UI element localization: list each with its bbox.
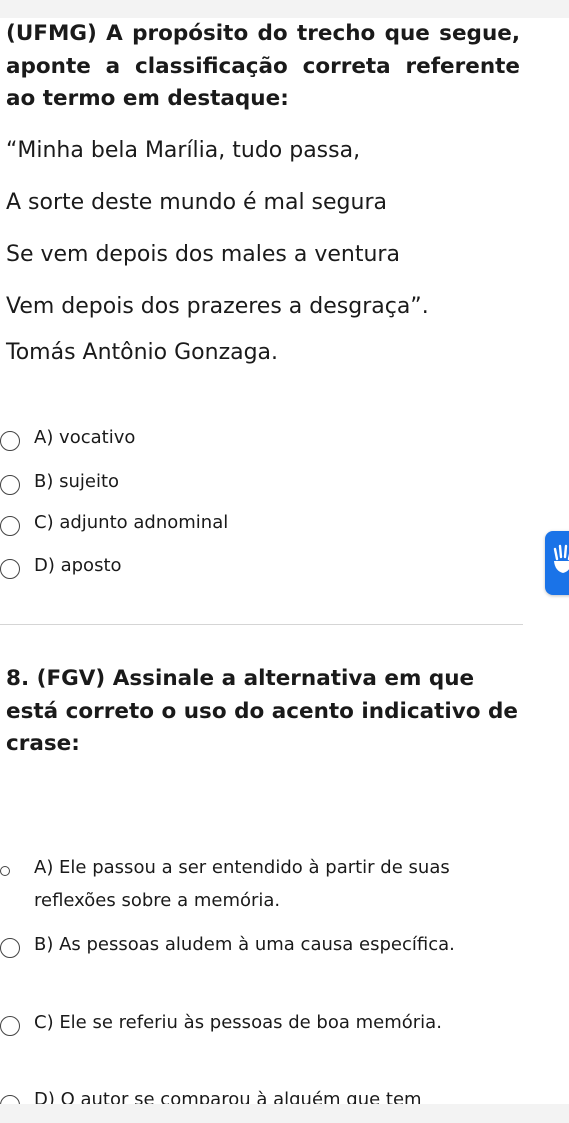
q2-option-c[interactable]: C) Ele se referiu às pessoas de boa memó… [0, 1006, 520, 1072]
radio-button[interactable] [0, 475, 20, 495]
q1-option-b[interactable]: B) sujeito [0, 465, 520, 498]
quote-author: Tomás Antônio Gonzaga. [6, 340, 279, 365]
question-1-heading: (UFMG) A propósito do trecho que segue, … [6, 21, 520, 111]
quote-line-1: “Minha bela Marília, tudo passa, [6, 138, 361, 163]
quote-line-2: A sorte deste mundo é mal segura [6, 190, 387, 215]
option-label: B) As pessoas aludem à uma causa específ… [34, 934, 455, 955]
quote-line-4: Vem depois dos prazeres a desgraça”. [6, 294, 429, 319]
q1-option-c[interactable]: C) adjunto adnominal [0, 506, 520, 539]
option-label: A) Ele passou a ser entendido à partir d… [34, 857, 450, 911]
radio-button[interactable] [0, 1016, 20, 1036]
q2-option-b[interactable]: B) As pessoas aludem à uma causa específ… [0, 928, 520, 994]
radio-button[interactable] [0, 559, 20, 579]
option-label: B) sujeito [34, 471, 120, 492]
accessibility-hand-button[interactable] [545, 531, 569, 595]
option-label: D) aposto [34, 555, 122, 576]
option-label: C) Ele se referiu às pessoas de boa memó… [34, 1012, 442, 1033]
radio-button[interactable] [0, 866, 10, 876]
radio-button[interactable] [0, 516, 20, 536]
q1-option-a[interactable]: A) vocativo [0, 421, 520, 454]
radio-button[interactable] [0, 938, 20, 958]
hand-wave-icon [553, 544, 569, 573]
section-divider [0, 624, 523, 625]
radio-button[interactable] [0, 431, 20, 451]
option-label: C) adjunto adnominal [34, 512, 229, 533]
bottom-bar [0, 1104, 569, 1123]
top-bar [0, 0, 569, 18]
option-label: A) vocativo [34, 427, 136, 448]
q2-option-a[interactable]: A) Ele passou a ser entendido à partir d… [0, 851, 520, 917]
question-2-heading: 8. (FGV) Assinale a alternativa em que e… [6, 666, 519, 756]
q1-option-d[interactable]: D) aposto [0, 549, 520, 582]
quote-line-3: Se vem depois dos males a ventura [6, 242, 400, 267]
